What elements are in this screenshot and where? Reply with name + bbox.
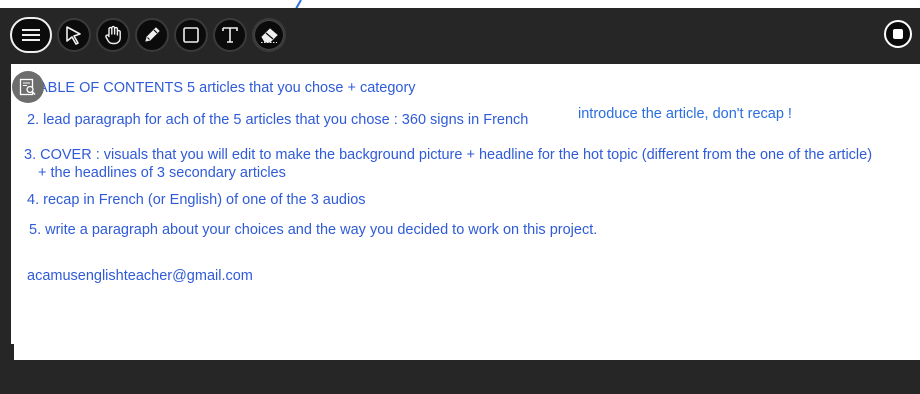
cursor-arrow-icon (66, 26, 81, 45)
app-frame: ABLE OF CONTENTS 5 articles that you cho… (0, 0, 920, 394)
lead-paragraph-line: 2. lead paragraph for ach of the 5 artic… (27, 112, 529, 128)
annotation-toolbar (10, 15, 286, 55)
zoom-page-button[interactable] (12, 71, 44, 103)
eraser-tool-button[interactable] (252, 18, 286, 52)
email-line: acamusenglishteacher@gmail.com (27, 268, 253, 284)
pen-tool-button[interactable] (135, 18, 169, 52)
shape-tool-button[interactable] (174, 18, 208, 52)
cover-line-1: 3. COVER : visuals that you will edit to… (24, 147, 873, 163)
eraser-icon (261, 28, 278, 43)
hand-icon (105, 25, 121, 45)
pan-tool-button[interactable] (96, 18, 130, 52)
select-tool-button[interactable] (57, 18, 91, 52)
paragraph-line: 5. write a paragraph about your choices … (29, 222, 598, 238)
cover-line-2: + the headlines of 3 secondary articles (38, 165, 286, 181)
record-stop-icon (893, 29, 903, 39)
text-icon (222, 27, 238, 43)
record-stop-button[interactable] (884, 20, 912, 48)
recap-line: 4. recap in French (or English) of one o… (27, 192, 366, 208)
menu-button[interactable] (10, 17, 52, 53)
rectangle-icon (183, 27, 199, 43)
pencil-icon (145, 27, 160, 42)
toc-line: ABLE OF CONTENTS 5 articles that you cho… (38, 80, 416, 96)
lead-note-line: introduce the article, don't recap ! (578, 106, 792, 122)
zoom-page-icon (19, 78, 36, 96)
menu-icon (22, 29, 40, 41)
text-tool-button[interactable] (213, 18, 247, 52)
